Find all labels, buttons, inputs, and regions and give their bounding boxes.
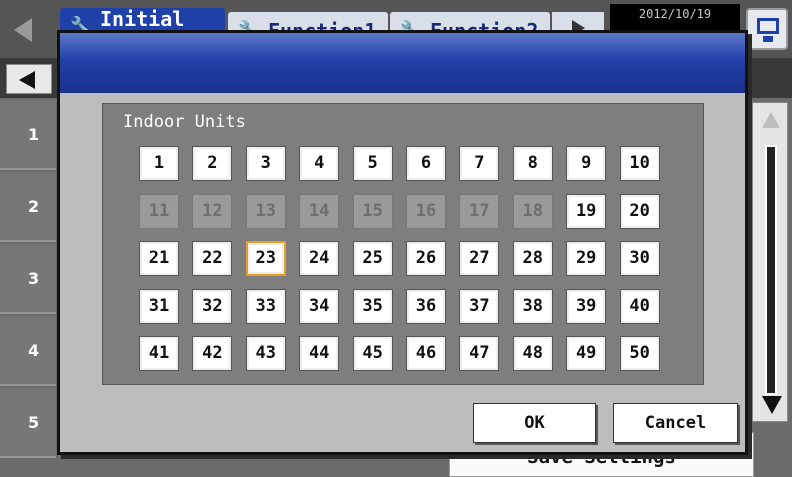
unit-button[interactable]: 10 — [619, 146, 660, 181]
units-grid-panel: Indoor Units 1 2 3 4 5 6 7 8 9 10 11 12 13 14 15 16 17 18… — [102, 103, 704, 385]
unit-button[interactable]: 4 — [299, 146, 340, 181]
unit-button[interactable]: 44 — [299, 336, 340, 371]
unit-button[interactable]: 45 — [352, 336, 393, 371]
row-number: 2 — [0, 172, 56, 242]
row-number: 1 — [0, 100, 56, 170]
unit-button[interactable]: 19 — [566, 193, 607, 229]
unit-button[interactable]: 1 — [139, 146, 179, 181]
ok-button[interactable]: OK — [473, 403, 596, 443]
unit-button: 11 — [139, 193, 179, 229]
unit-button[interactable]: 9 — [566, 146, 607, 181]
unit-button[interactable]: 23 — [245, 241, 286, 276]
unit-button[interactable]: 22 — [192, 241, 233, 276]
unit-button: 17 — [459, 193, 500, 229]
unit-button[interactable]: 25 — [352, 241, 393, 276]
unit-button[interactable]: 47 — [459, 336, 500, 371]
unit-button[interactable]: 42 — [192, 336, 233, 371]
unit-button[interactable]: 24 — [299, 241, 340, 276]
monitor-icon — [757, 18, 779, 34]
unit-button[interactable]: 28 — [512, 241, 553, 276]
unit-button: 13 — [245, 193, 286, 229]
unit-button: 18 — [512, 193, 553, 229]
scroll-down-icon[interactable] — [762, 396, 782, 414]
unit-button[interactable]: 31 — [139, 288, 179, 324]
unit-button[interactable]: 34 — [299, 288, 340, 324]
unit-button[interactable]: 41 — [139, 336, 179, 371]
unit-button[interactable]: 27 — [459, 241, 500, 276]
row-number: 3 — [0, 244, 56, 314]
unit-button[interactable]: 36 — [406, 288, 446, 324]
unit-button[interactable]: 8 — [512, 146, 553, 181]
unit-button[interactable]: 29 — [566, 241, 607, 276]
unit-button[interactable]: 26 — [406, 241, 446, 276]
unit-button[interactable]: 50 — [619, 336, 660, 371]
back-arrow-icon — [19, 71, 35, 89]
unit-button[interactable]: 21 — [139, 241, 179, 276]
dialog-footer: OK Cancel — [60, 398, 745, 452]
back-button[interactable] — [6, 64, 52, 94]
unit-button[interactable]: 3 — [245, 146, 286, 181]
unit-button[interactable]: 35 — [352, 288, 393, 324]
unit-button: 16 — [406, 193, 446, 229]
unit-button[interactable]: 38 — [512, 288, 553, 324]
prev-nav-icon[interactable] — [14, 18, 32, 42]
row-number: 4 — [0, 316, 56, 386]
scroll-up-icon[interactable] — [762, 112, 780, 128]
unit-button[interactable]: 20 — [619, 193, 660, 229]
unit-button[interactable]: 2 — [192, 146, 233, 181]
unit-button[interactable]: 40 — [619, 288, 660, 324]
grid-title: Indoor Units — [123, 112, 246, 132]
unit-button[interactable]: 39 — [566, 288, 607, 324]
dialog-header — [60, 33, 745, 93]
unit-button: 14 — [299, 193, 340, 229]
unit-button[interactable]: 6 — [406, 146, 446, 181]
unit-button: 15 — [352, 193, 393, 229]
unit-button[interactable]: 48 — [512, 336, 553, 371]
monitor-button[interactable] — [746, 8, 788, 50]
unit-button[interactable]: 32 — [192, 288, 233, 324]
unit-button: 12 — [192, 193, 233, 229]
unit-button[interactable]: 7 — [459, 146, 500, 181]
unit-button[interactable]: 37 — [459, 288, 500, 324]
unit-button[interactable]: 33 — [245, 288, 286, 324]
unit-button[interactable]: 30 — [619, 241, 660, 276]
scroll-thumb[interactable] — [765, 145, 777, 395]
cancel-button[interactable]: Cancel — [613, 403, 738, 443]
unit-button[interactable]: 43 — [245, 336, 286, 371]
row-number: 5 — [0, 388, 56, 458]
tab-label: Initial — [100, 8, 185, 31]
unit-button[interactable]: 5 — [352, 146, 393, 181]
indoor-units-dialog: Indoor Units 1 2 3 4 5 6 7 8 9 10 11 12 13 14 15 16 17 18… — [57, 30, 748, 455]
unit-button[interactable]: 49 — [566, 336, 607, 371]
unit-button[interactable]: 46 — [406, 336, 446, 371]
